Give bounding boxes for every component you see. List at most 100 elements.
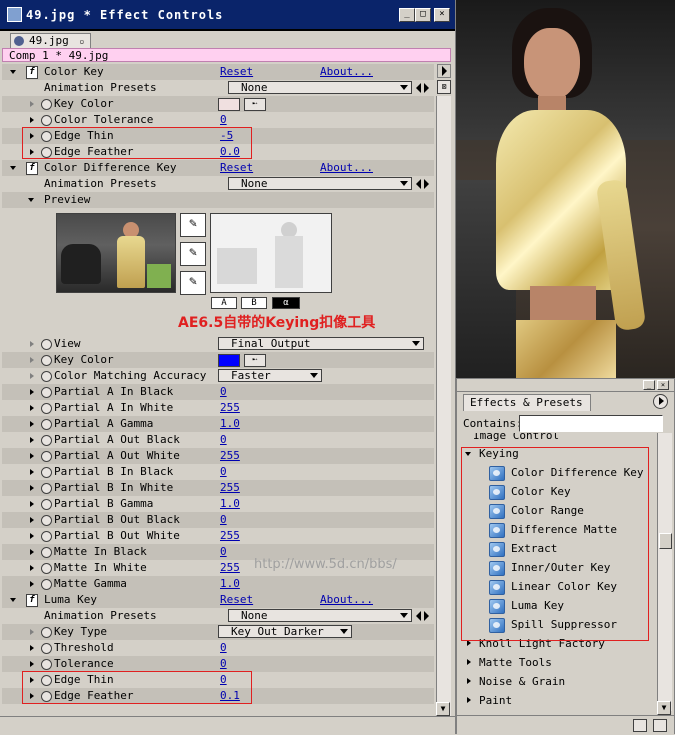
param-row[interactable]: Partial A Gamma 1.0: [2, 416, 434, 432]
param-row[interactable]: Partial A In Black 0: [2, 384, 434, 400]
param-row[interactable]: Color Matching Accuracy Faster: [2, 368, 434, 384]
param-row[interactable]: Matte Gamma 1.0: [2, 576, 434, 592]
param-value[interactable]: 0: [220, 384, 227, 400]
stopwatch-icon[interactable]: [41, 563, 52, 574]
minimize-icon[interactable]: _: [399, 8, 415, 22]
param-row[interactable]: Partial B Out White 255: [2, 528, 434, 544]
tab-49jpg[interactable]: 49.jpg ▫: [10, 33, 92, 48]
stopwatch-icon[interactable]: [41, 627, 52, 638]
key-color-swatch[interactable]: [218, 354, 240, 367]
matte-thumbnail[interactable]: [210, 213, 332, 293]
param-row[interactable]: Partial B Out Black 0: [2, 512, 434, 528]
about-link[interactable]: About...: [320, 160, 373, 176]
stopwatch-icon[interactable]: [41, 515, 52, 526]
delete-icon[interactable]: [653, 719, 667, 732]
stopwatch-icon[interactable]: [41, 499, 52, 510]
view-b-button[interactable]: B: [241, 297, 267, 309]
fx-toggle-icon[interactable]: f: [26, 162, 38, 175]
eyedropper-icon[interactable]: ➸: [244, 354, 266, 367]
ec-scrollbar[interactable]: [436, 96, 451, 716]
panel-scrollbar[interactable]: [657, 433, 672, 711]
ec-menu-arrow-icon[interactable]: [437, 64, 451, 78]
eyedropper-white-button[interactable]: ✎: [180, 271, 206, 295]
param-row[interactable]: Partial A Out Black 0: [2, 432, 434, 448]
param-row[interactable]: Color Tolerance 0: [2, 112, 434, 128]
effect-header-luma-key[interactable]: f Luma Key Reset About...: [2, 592, 434, 608]
param-value[interactable]: 255: [220, 560, 240, 576]
stopwatch-icon[interactable]: [41, 419, 52, 430]
effect-header-color-difference-key[interactable]: f Color Difference Key Reset About...: [2, 160, 434, 176]
stopwatch-icon[interactable]: [41, 339, 52, 350]
stopwatch-icon[interactable]: [41, 643, 52, 654]
next-preset-icon[interactable]: [424, 179, 429, 189]
presets-dropdown[interactable]: None: [228, 81, 412, 94]
view-a-button[interactable]: A: [211, 297, 237, 309]
tab-close-icon[interactable]: ▫: [79, 37, 84, 46]
maximize-icon[interactable]: □: [415, 8, 431, 22]
fx-toggle-icon[interactable]: f: [26, 594, 38, 607]
presets-dropdown[interactable]: None: [228, 609, 412, 622]
panel-menu-icon[interactable]: [653, 394, 668, 409]
stopwatch-icon[interactable]: [41, 435, 52, 446]
stopwatch-icon[interactable]: [41, 451, 52, 462]
param-value[interactable]: 255: [220, 448, 240, 464]
param-row[interactable]: Partial A In White 255: [2, 400, 434, 416]
key-color-swatch[interactable]: [218, 98, 240, 111]
param-row[interactable]: Partial B In Black 0: [2, 464, 434, 480]
panel-minimize-icon[interactable]: _: [643, 380, 655, 390]
next-preset-icon[interactable]: [424, 611, 429, 621]
reset-link[interactable]: Reset: [220, 592, 253, 608]
stopwatch-icon[interactable]: [41, 371, 52, 382]
scroll-thumb[interactable]: [659, 533, 672, 549]
eyedropper-icon[interactable]: ➸: [244, 98, 266, 111]
param-row[interactable]: Partial B In White 255: [2, 480, 434, 496]
ec-scroll-down-icon[interactable]: ▼: [436, 702, 450, 716]
param-row[interactable]: Tolerance 0: [2, 656, 434, 672]
stopwatch-icon[interactable]: [41, 387, 52, 398]
param-value[interactable]: 1.0: [220, 416, 240, 432]
about-link[interactable]: About...: [320, 64, 373, 80]
param-row[interactable]: Partial A Out White 255: [2, 448, 434, 464]
eyedropper-black-button[interactable]: ✎: [180, 242, 206, 266]
stopwatch-icon[interactable]: [41, 579, 52, 590]
list-item[interactable]: Image Control: [473, 433, 559, 445]
accuracy-dropdown[interactable]: Faster: [218, 369, 322, 382]
ec-resize-icon[interactable]: ⊠: [437, 80, 451, 94]
param-row[interactable]: Key Type Key Out Darker: [2, 624, 434, 640]
param-row[interactable]: Threshold 0: [2, 640, 434, 656]
view-alpha-button[interactable]: α: [272, 297, 300, 309]
about-link[interactable]: About...: [320, 592, 373, 608]
key-type-dropdown[interactable]: Key Out Darker: [218, 625, 352, 638]
param-row[interactable]: Key Color ➸: [2, 96, 434, 112]
param-value[interactable]: 0: [220, 464, 227, 480]
source-thumbnail[interactable]: [56, 213, 176, 293]
prev-preset-icon[interactable]: [416, 83, 421, 93]
title-bar[interactable]: 49.jpg * Effect Controls _ □ ×: [0, 0, 455, 31]
prev-preset-icon[interactable]: [416, 179, 421, 189]
next-preset-icon[interactable]: [424, 83, 429, 93]
close-icon[interactable]: ×: [434, 8, 450, 22]
stopwatch-icon[interactable]: [41, 355, 52, 366]
stopwatch-icon[interactable]: [41, 483, 52, 494]
stopwatch-icon[interactable]: [41, 467, 52, 478]
stopwatch-icon[interactable]: [41, 547, 52, 558]
param-value[interactable]: 255: [220, 528, 240, 544]
panel-scroll-down-icon[interactable]: ▼: [657, 701, 671, 715]
param-row[interactable]: Key Color ➸: [2, 352, 434, 368]
param-value[interactable]: 1.0: [220, 496, 240, 512]
tab-effects-presets[interactable]: Effects & Presets: [463, 394, 591, 411]
stopwatch-icon[interactable]: [41, 659, 52, 670]
new-folder-icon[interactable]: [633, 719, 647, 732]
param-row[interactable]: Partial B Gamma 1.0: [2, 496, 434, 512]
reset-link[interactable]: Reset: [220, 160, 253, 176]
param-value[interactable]: 0: [220, 544, 227, 560]
preview-row[interactable]: Preview: [2, 192, 434, 208]
panel-close-icon[interactable]: ×: [657, 380, 669, 390]
param-value[interactable]: 0: [220, 512, 227, 528]
view-row[interactable]: View Final Output: [2, 336, 434, 352]
stopwatch-icon[interactable]: [41, 115, 52, 126]
view-dropdown[interactable]: Final Output: [218, 337, 424, 350]
effect-header-color-key[interactable]: f Color Key Reset About...: [2, 64, 434, 80]
stopwatch-icon[interactable]: [41, 99, 52, 110]
contains-input[interactable]: [519, 415, 663, 432]
